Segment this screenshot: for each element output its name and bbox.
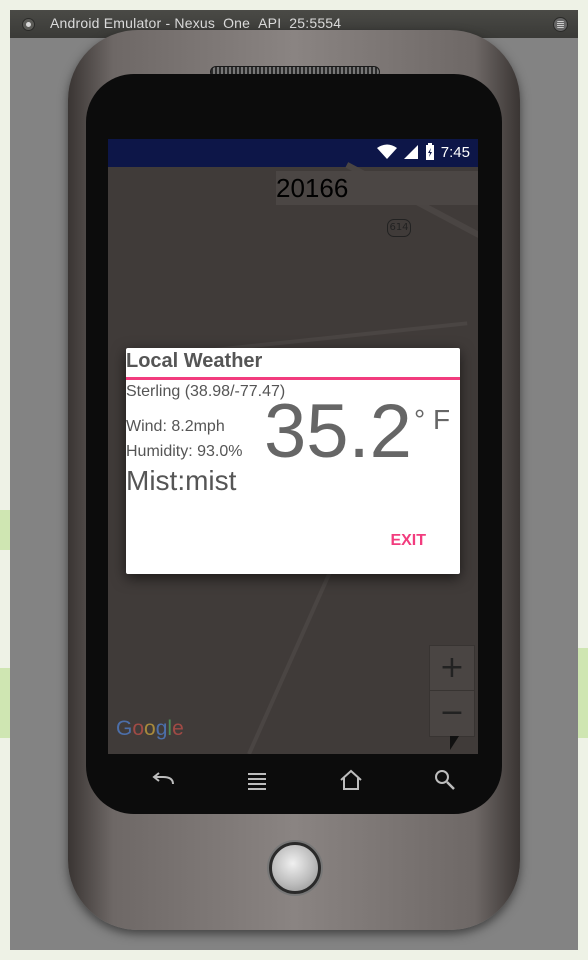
battery-icon xyxy=(425,143,434,160)
back-icon[interactable] xyxy=(148,769,178,799)
window-close-icon[interactable] xyxy=(553,17,568,32)
zip-code-field[interactable]: 20166 xyxy=(276,171,478,205)
weather-dialog: Local Weather Sterling (38.98/-77.47) Wi… xyxy=(126,348,460,574)
trackball-button[interactable] xyxy=(269,842,321,894)
emulator-window: Android Emulator - Nexus_One_API_25:5554… xyxy=(10,10,578,950)
zip-code-text: 20166 xyxy=(276,173,349,203)
zoom-controls: + − xyxy=(429,645,475,737)
condition-text: Mist:mist xyxy=(126,465,237,496)
menu-icon[interactable] xyxy=(242,769,272,799)
zoom-in-button[interactable]: + xyxy=(430,646,474,690)
wind-text: Wind: 8.2mph xyxy=(126,418,225,435)
location-text: Sterling (38.98/-77.47) xyxy=(126,383,286,400)
dialog-title: Local Weather xyxy=(126,350,263,372)
search-icon[interactable] xyxy=(430,769,460,799)
mouse-cursor-icon xyxy=(450,736,459,750)
window-title: Android Emulator - Nexus_One_API_25:5554 xyxy=(50,15,342,31)
navigation-bar xyxy=(108,754,478,814)
window-menu-icon[interactable] xyxy=(22,18,35,31)
wifi-icon xyxy=(376,144,397,159)
temperature-unit: ° F xyxy=(414,404,451,435)
zoom-out-button[interactable]: − xyxy=(430,690,474,735)
temperature-value: 35.2 xyxy=(264,389,412,474)
dialog-divider xyxy=(126,377,460,380)
google-logo: Google xyxy=(116,717,184,740)
humidity-text: Humidity: 93.0% xyxy=(126,443,243,460)
status-time: 7:45 xyxy=(440,143,470,161)
home-icon[interactable] xyxy=(336,769,366,799)
exit-button[interactable]: EXIT xyxy=(390,532,426,550)
route-shield: 614 xyxy=(387,219,411,237)
status-bar: 7:45 xyxy=(108,139,478,167)
signal-icon xyxy=(403,145,418,159)
